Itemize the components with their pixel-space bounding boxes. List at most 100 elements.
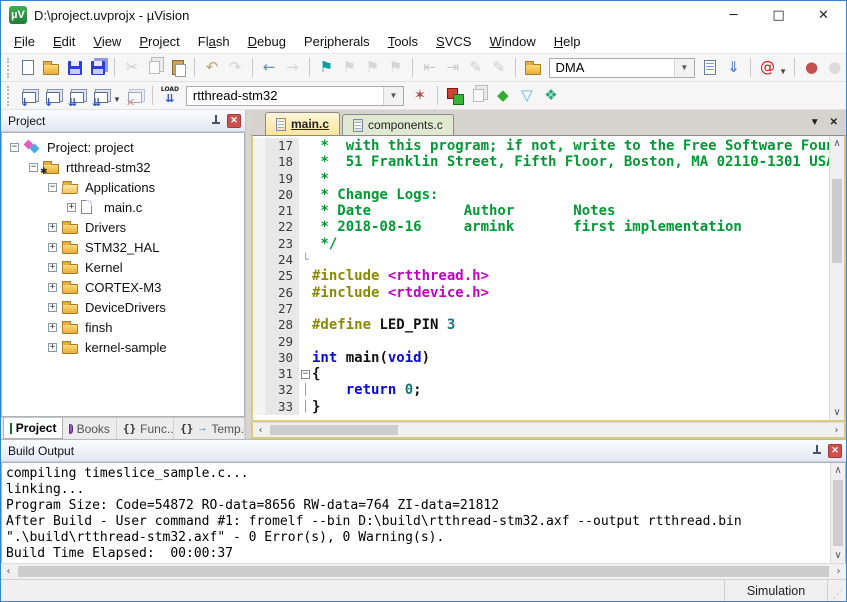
menu-peripherals[interactable]: Peripherals <box>295 31 379 52</box>
maximize-button[interactable]: □ <box>756 1 801 29</box>
toolbar-grip[interactable] <box>7 58 13 78</box>
window-filter-button[interactable]: ▽ <box>515 84 539 108</box>
fold-margin[interactable]: └ <box>299 252 312 268</box>
tree-item-project-project[interactable]: −Project: project <box>2 137 244 157</box>
find-text-combobox[interactable]: DMA▼ <box>549 58 695 78</box>
toolbar-grip[interactable] <box>7 86 13 106</box>
menu-view[interactable]: View <box>84 31 130 52</box>
download-to-flash-button[interactable]: LOAD⇊ <box>158 84 182 108</box>
find-in-files-button[interactable] <box>699 56 722 80</box>
pack-installer-button[interactable]: ◆ <box>491 84 515 108</box>
batch-build-button[interactable] <box>89 84 113 108</box>
expander-minus-icon[interactable]: − <box>29 163 38 172</box>
breakpoint-margin[interactable] <box>253 366 265 382</box>
chevron-down-icon[interactable]: ▼ <box>674 59 694 77</box>
new-file-button[interactable] <box>17 56 40 80</box>
breakpoint-margin[interactable] <box>253 187 265 203</box>
panel-tab-temp[interactable]: {}→Temp... <box>174 418 245 439</box>
breakpoint-margin[interactable] <box>253 236 265 252</box>
kill-all-breakpoints-button[interactable]: ● <box>823 56 846 80</box>
breakpoint-margin[interactable] <box>253 268 265 284</box>
target-options-button[interactable]: ✶ <box>408 84 432 108</box>
expander-plus-icon[interactable]: + <box>48 283 57 292</box>
scroll-left-icon[interactable]: ‹ <box>253 423 268 437</box>
translate-file-button[interactable] <box>17 84 41 108</box>
scroll-down-icon[interactable]: ∨ <box>830 405 844 420</box>
panel-tab-func[interactable]: {}Func... <box>117 418 174 439</box>
breakpoint-margin[interactable] <box>253 334 265 350</box>
select-target-combobox[interactable]: rtthread-stm32▼ <box>186 86 404 106</box>
tree-item-finsh[interactable]: +finsh <box>2 317 244 337</box>
breakpoint-margin[interactable] <box>253 252 265 268</box>
menu-file[interactable]: File <box>5 31 44 52</box>
menu-project[interactable]: Project <box>130 31 188 52</box>
fold-collapse-icon[interactable]: − <box>301 370 310 379</box>
scroll-right-icon[interactable]: › <box>829 423 844 437</box>
software-packs-button[interactable]: ❖ <box>539 84 563 108</box>
panel-tab-books[interactable]: Books <box>63 418 116 439</box>
tree-item-kernel-sample[interactable]: +kernel-sample <box>2 337 244 357</box>
expander-plus-icon[interactable]: + <box>48 303 57 312</box>
fold-margin[interactable]: │ <box>299 382 312 398</box>
breakpoint-margin[interactable] <box>253 285 265 301</box>
save-all-button[interactable] <box>86 56 109 80</box>
breakpoint-margin[interactable] <box>253 219 265 235</box>
expander-plus-icon[interactable]: + <box>48 223 57 232</box>
scroll-up-icon[interactable]: ∧ <box>831 463 845 478</box>
menu-tools[interactable]: Tools <box>379 31 427 52</box>
scroll-down-icon[interactable]: ∨ <box>831 548 845 563</box>
expander-plus-icon[interactable]: + <box>48 323 57 332</box>
tab-list-dropdown-icon[interactable]: ▼ <box>810 117 820 128</box>
breakpoint-margin[interactable] <box>253 350 265 366</box>
find-in-files-scope-button[interactable] <box>521 56 544 80</box>
build-target-button[interactable] <box>41 84 65 108</box>
breakpoint-margin[interactable] <box>253 171 265 187</box>
open-file-button[interactable] <box>40 56 63 80</box>
fold-margin[interactable]: − <box>299 366 312 382</box>
expander-minus-icon[interactable]: − <box>48 183 57 192</box>
pin-icon[interactable] <box>211 115 221 126</box>
incremental-find-button[interactable]: ⇓ <box>722 56 745 80</box>
undo-button[interactable]: ↶ <box>200 56 223 80</box>
tree-item-kernel[interactable]: +Kernel <box>2 257 244 277</box>
breakpoint-margin[interactable] <box>253 317 265 333</box>
editor-horizontal-scrollbar[interactable]: ‹ › <box>251 422 846 439</box>
breakpoint-margin[interactable] <box>253 382 265 398</box>
build-output-close-icon[interactable]: ✕ <box>828 444 842 458</box>
tree-item-stm32-hal[interactable]: +STM32_HAL <box>2 237 244 257</box>
menu-help[interactable]: Help <box>545 31 590 52</box>
expander-plus-icon[interactable]: + <box>48 343 57 352</box>
tree-item-rtthread-stm32[interactable]: −rtthread-stm32 <box>2 157 244 177</box>
scroll-right-icon[interactable]: › <box>831 564 846 579</box>
editor-vertical-scrollbar[interactable]: ∧ ∨ <box>829 136 844 420</box>
expander-plus-icon[interactable]: + <box>48 243 57 252</box>
minimize-button[interactable]: ─ <box>711 1 756 29</box>
navigate-back-button[interactable]: ← <box>258 56 281 80</box>
expander-minus-icon[interactable]: − <box>10 143 19 152</box>
close-document-icon[interactable]: ✕ <box>830 117 838 128</box>
breakpoint-margin[interactable] <box>253 399 265 415</box>
breakpoint-margin[interactable] <box>253 138 265 154</box>
menu-flash[interactable]: Flash <box>189 31 239 52</box>
insert-bookmark-button[interactable]: ⚑ <box>315 56 338 80</box>
toggle-breakpoint-button[interactable]: ● <box>800 56 823 80</box>
build-output-horizontal-scrollbar[interactable]: ‹ › <box>1 563 846 579</box>
scroll-up-icon[interactable]: ∧ <box>830 136 844 151</box>
expander-plus-icon[interactable]: + <box>48 263 57 272</box>
build-output-vertical-scrollbar[interactable]: ∧ ∨ <box>830 463 845 563</box>
manage-run-time-environment-button[interactable] <box>443 84 467 108</box>
resize-grip[interactable]: ⋰ <box>828 580 846 601</box>
menu-edit[interactable]: Edit <box>44 31 84 52</box>
panel-tab-project[interactable]: Project <box>3 418 63 439</box>
breakpoint-margin[interactable] <box>253 203 265 219</box>
rebuild-all-button[interactable] <box>65 84 89 108</box>
tree-item-drivers[interactable]: +Drivers <box>2 217 244 237</box>
project-panel-close-icon[interactable]: ✕ <box>227 114 241 128</box>
tree-item-cortex-m3[interactable]: +CORTEX-M3 <box>2 277 244 297</box>
tree-item-main-c[interactable]: +main.c <box>2 197 244 217</box>
chevron-down-icon[interactable]: ▼ <box>113 95 121 104</box>
menu-window[interactable]: Window <box>480 31 544 52</box>
breakpoint-margin[interactable] <box>253 301 265 317</box>
breakpoint-margin[interactable] <box>253 154 265 170</box>
scroll-left-icon[interactable]: ‹ <box>1 564 16 579</box>
